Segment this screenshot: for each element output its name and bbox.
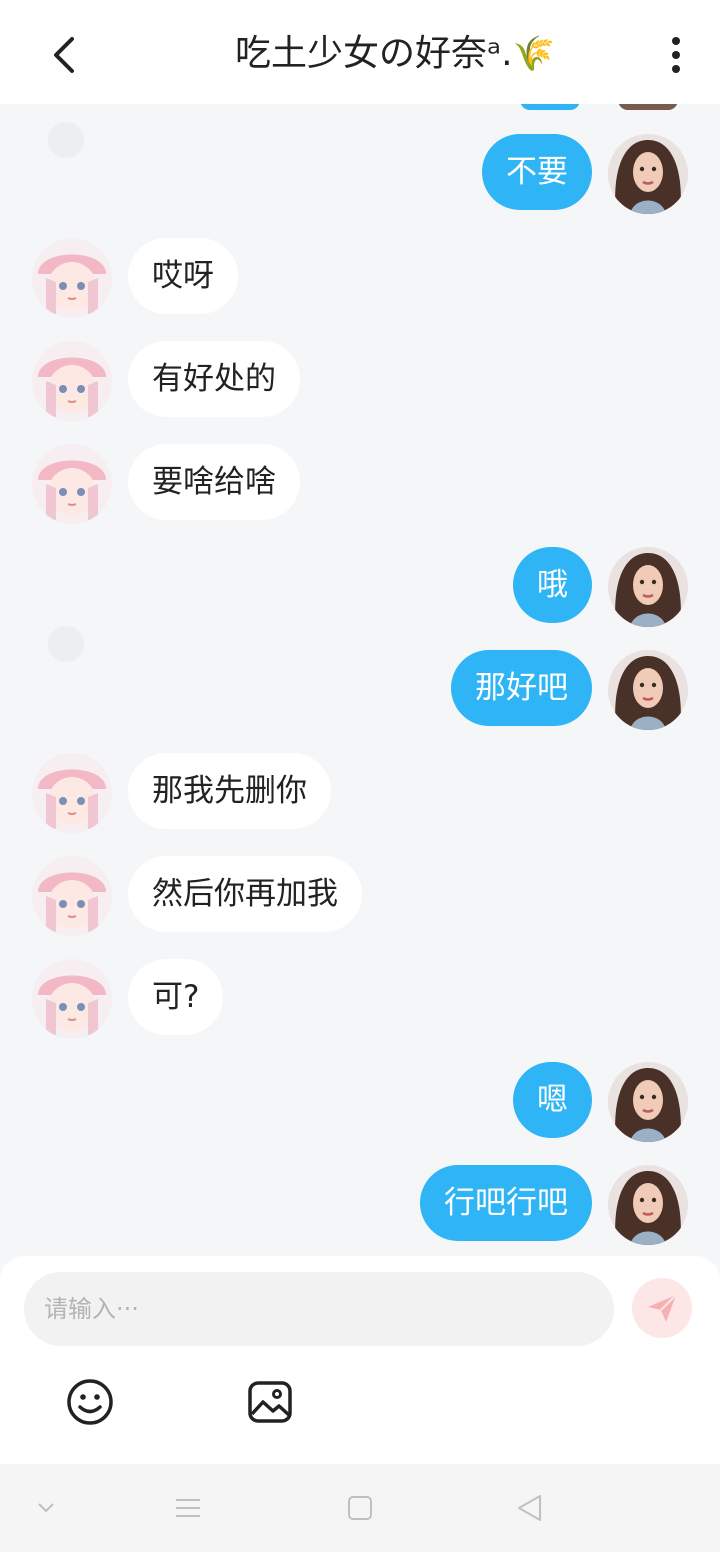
more-menu-button[interactable] xyxy=(656,30,696,80)
message-row-incoming: 可? xyxy=(0,959,720,1039)
message-bubble[interactable]: 然后你再加我 xyxy=(128,856,362,932)
nav-collapse-button[interactable] xyxy=(22,1484,70,1532)
girl-dark-hair-avatar[interactable] xyxy=(608,650,688,730)
girl-dark-hair-avatar[interactable] xyxy=(608,1062,688,1142)
girl-dark-hair-avatar[interactable] xyxy=(608,1165,688,1245)
message-bubble[interactable]: 那好吧 xyxy=(451,650,592,726)
partial-message-bubble xyxy=(520,104,580,110)
message-list[interactable]: 不要 哎呀 有好处的 要啥给啥 哦 那好吧 那我先删你 然后你再加我 可? 嗯 … xyxy=(0,104,720,1256)
nav-menu-button[interactable] xyxy=(164,1484,212,1532)
image-icon xyxy=(248,1381,292,1423)
chevron-down-icon xyxy=(38,1503,54,1513)
anime-girl-pink-hat-avatar[interactable] xyxy=(32,753,112,833)
nav-home-button[interactable] xyxy=(336,1484,384,1532)
square-icon xyxy=(348,1496,372,1520)
anime-girl-pink-hat-avatar[interactable] xyxy=(32,444,112,524)
chevron-left-icon xyxy=(54,37,74,73)
message-row-incoming: 要啥给啥 xyxy=(0,444,720,524)
message-bubble[interactable]: 不要 xyxy=(482,134,592,210)
message-row-incoming: 有好处的 xyxy=(0,341,720,421)
anime-girl-pink-hat-avatar[interactable] xyxy=(32,959,112,1039)
anime-girl-pink-hat-avatar[interactable] xyxy=(32,238,112,318)
message-row-incoming: 然后你再加我 xyxy=(0,856,720,936)
message-row-outgoing: 行吧行吧 xyxy=(0,1165,720,1245)
message-input[interactable] xyxy=(24,1272,614,1346)
image-button[interactable] xyxy=(244,1376,296,1428)
message-bubble[interactable]: 哎呀 xyxy=(128,238,238,314)
message-bubble[interactable]: 要啥给啥 xyxy=(128,444,300,520)
message-row-incoming: 那我先删你 xyxy=(0,753,720,833)
anime-girl-pink-hat-avatar[interactable] xyxy=(32,856,112,936)
menu-icon xyxy=(176,1499,200,1517)
emoji-button[interactable] xyxy=(64,1376,116,1428)
wheat-icon: 🌾 xyxy=(512,34,555,74)
message-row-outgoing: 不要 xyxy=(0,134,720,214)
message-row-outgoing: 哦 xyxy=(0,547,720,627)
message-bubble[interactable]: 有好处的 xyxy=(128,341,300,417)
message-composer xyxy=(0,1256,720,1464)
back-button[interactable] xyxy=(40,30,90,80)
anime-girl-pink-hat-avatar[interactable] xyxy=(32,341,112,421)
chat-header: 吃土少女の好奈ᵃ.🌾 xyxy=(0,0,720,104)
message-bubble[interactable]: 可? xyxy=(128,959,224,1035)
message-bubble[interactable]: 哦 xyxy=(513,547,592,623)
message-row-outgoing: 那好吧 xyxy=(0,650,720,730)
page-title: 吃土少女の好奈ᵃ.🌾 xyxy=(200,28,590,80)
title-text: 吃土少女の好奈ᵃ. xyxy=(235,33,513,74)
more-vertical-icon xyxy=(672,37,680,45)
message-bubble[interactable]: 那我先删你 xyxy=(128,753,331,829)
triangle-back-icon xyxy=(518,1495,541,1521)
smiley-icon xyxy=(67,1379,113,1425)
message-bubble[interactable]: 嗯 xyxy=(513,1062,592,1138)
send-button[interactable] xyxy=(632,1278,692,1338)
partial-avatar xyxy=(618,104,678,110)
nav-back-button[interactable] xyxy=(506,1484,554,1532)
system-nav-bar xyxy=(0,1464,720,1552)
paper-plane-icon xyxy=(648,1294,677,1322)
girl-dark-hair-avatar[interactable] xyxy=(608,547,688,627)
message-row-incoming: 哎呀 xyxy=(0,238,720,318)
girl-dark-hair-avatar[interactable] xyxy=(608,134,688,214)
message-bubble[interactable]: 行吧行吧 xyxy=(420,1165,592,1241)
message-row-outgoing: 嗯 xyxy=(0,1062,720,1142)
